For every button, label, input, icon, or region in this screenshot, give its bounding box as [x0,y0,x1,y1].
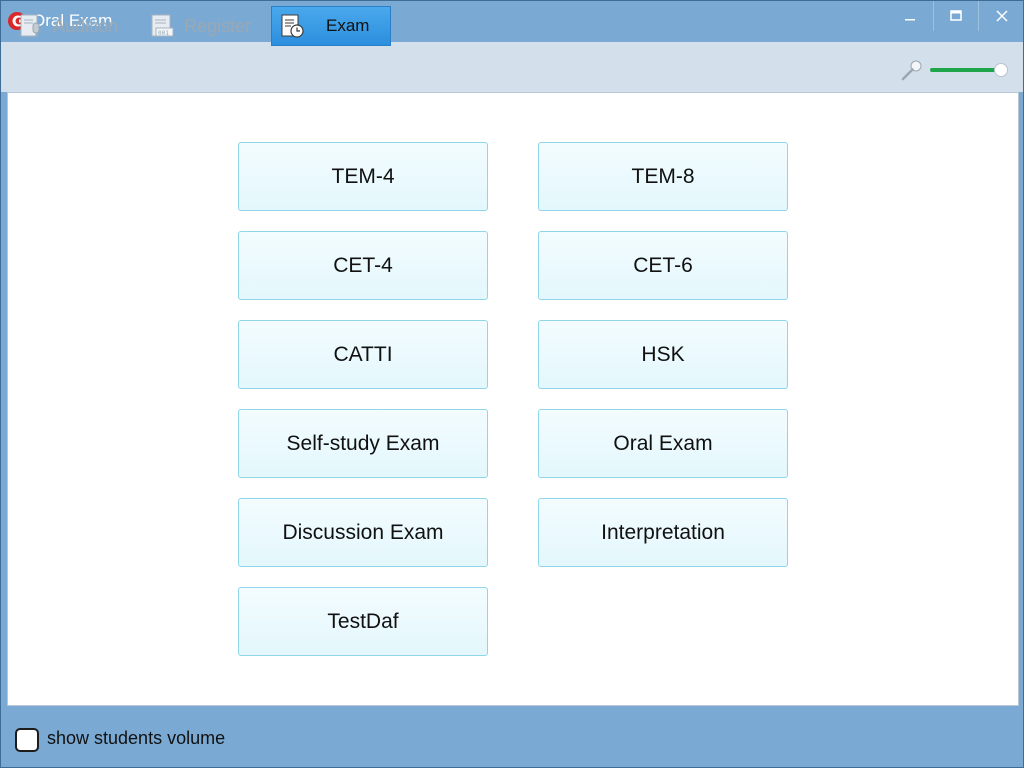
exam-button-self-study-exam[interactable]: Self-study Exam [238,409,488,478]
microphone-icon [901,60,922,81]
show-students-volume-label: show students volume [47,728,226,748]
exam-clock-document-icon [281,14,304,38]
maximize-icon [950,10,962,21]
app-window: Oral Exam Audition 001 Register Exam TEM… [0,0,1024,768]
microphone-document-icon [20,14,40,37]
exam-button-catti[interactable]: CATTI [238,320,488,389]
exam-button-cet-6[interactable]: CET-6 [538,231,788,300]
exam-panel: TEM-4 TEM-8 CET-4 CET-6 CATTI HSK Self-s… [7,92,1019,706]
close-icon [996,10,1008,22]
exam-button-tem-4[interactable]: TEM-4 [238,142,488,211]
footer-bar: show students volume [1,707,1023,767]
exam-button-discussion-exam[interactable]: Discussion Exam [238,498,488,567]
exam-button-tem-8[interactable]: TEM-8 [538,142,788,211]
toolbar [1,42,1023,92]
tab-audition[interactable]: Audition [5,6,130,46]
register-document-icon: 001 [151,14,174,37]
svg-text:001: 001 [158,30,169,37]
minimize-button[interactable] [887,1,933,31]
minimize-icon [905,19,915,21]
tab-register-label: Register [184,15,252,36]
tab-register[interactable]: 001 Register [136,6,261,46]
maximize-button[interactable] [933,1,979,31]
tab-audition-label: Audition [53,15,119,36]
exam-button-hsk[interactable]: HSK [538,320,788,389]
exam-button-testdaf[interactable]: TestDaf [238,587,488,656]
exam-button-oral-exam[interactable]: Oral Exam [538,409,788,478]
tab-exam[interactable]: Exam [271,6,391,46]
exam-button-interpretation[interactable]: Interpretation [538,498,788,567]
volume-slider-track[interactable] [930,68,1002,72]
show-students-volume-checkbox[interactable] [15,728,39,752]
exam-button-cet-4[interactable]: CET-4 [238,231,488,300]
close-button[interactable] [979,1,1024,31]
volume-slider-thumb[interactable] [994,63,1008,77]
tab-exam-label: Exam [326,16,370,35]
